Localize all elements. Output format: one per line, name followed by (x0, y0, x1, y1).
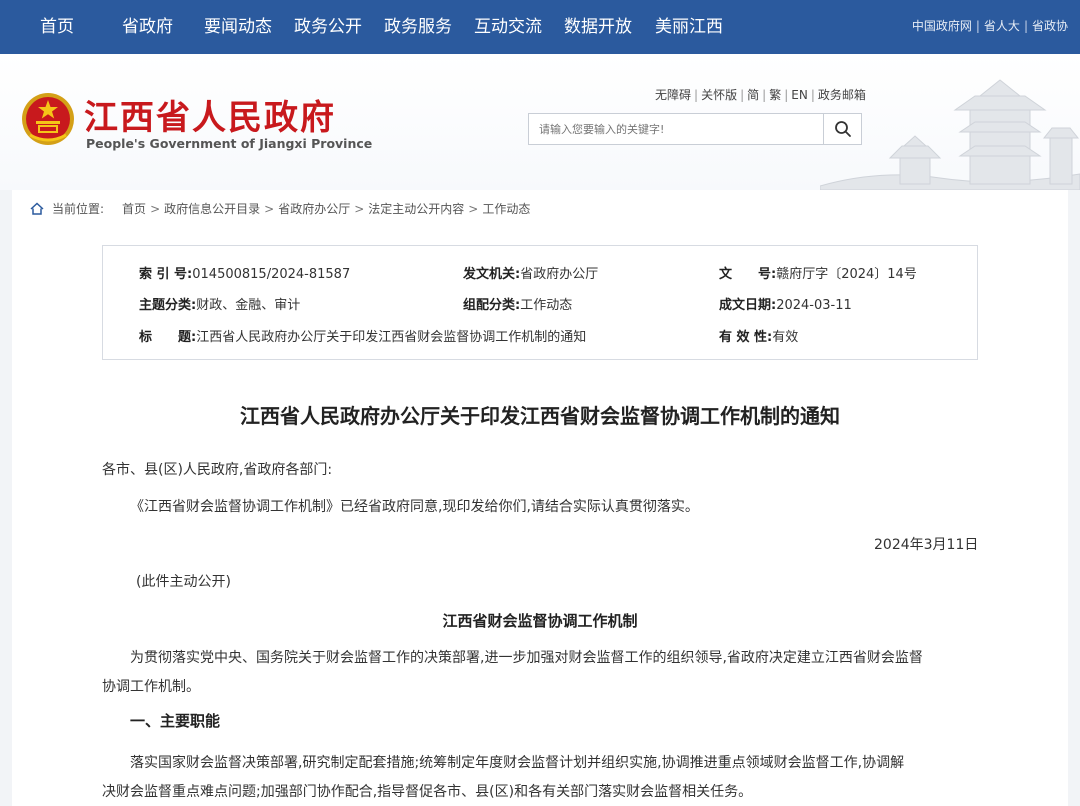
divider: | (694, 88, 699, 102)
divider: | (762, 88, 767, 102)
link-accessibility[interactable]: 无障碍 (655, 88, 691, 102)
nav-item-gov-affairs-open[interactable]: 政务公开 (294, 0, 362, 54)
top-right-links: 中国政府网 | 省人大 | 省政协 (912, 0, 1068, 54)
paragraph-purpose-line2: 协调工作机制。 (102, 679, 200, 695)
meta-issuer-label: 发文机关: (463, 267, 521, 282)
link-english[interactable]: EN (791, 88, 808, 102)
meta-docno-value: 赣府厅字〔2024〕14号 (776, 267, 917, 282)
link-traditional[interactable]: 繁 (769, 88, 781, 102)
link-simplified[interactable]: 简 (747, 88, 759, 102)
nav-item-gov-services[interactable]: 政务服务 (384, 0, 452, 54)
meta-topic-label: 主题分类: (139, 298, 197, 313)
document-date: 2024年3月11日 (874, 537, 979, 553)
meta-issuer-value: 省政府办公厅 (520, 267, 599, 282)
nav-item-home[interactable]: 首页 (40, 0, 74, 54)
breadcrumb-separator: > (354, 201, 365, 216)
nav-item-interaction[interactable]: 互动交流 (474, 0, 542, 54)
meta-topic-category: 主题分类:财政、金融、审计 (139, 294, 300, 313)
meta-date-value: 2024-03-11 (776, 298, 852, 313)
divider: | (810, 88, 815, 102)
breadcrumb-general-office[interactable]: 省政府办公厅 (278, 200, 350, 217)
breadcrumb-work-news[interactable]: 工作动态 (482, 200, 530, 217)
paragraph-functions-line2: 决财会监督重点难点问题;加强部门协作配合,指导督促各市、县(区)和各有关部门落实… (102, 784, 753, 800)
site-title[interactable]: 江西省人民政府 (84, 90, 336, 139)
meta-validity-label: 有 效 性: (719, 330, 773, 345)
main-content: 当前位置: 首页 > 政府信息公开目录 > 省政府办公厅 > 法定主动公开内容 … (12, 190, 1068, 806)
breadcrumb-separator: > (264, 201, 275, 216)
nav-item-news[interactable]: 要闻动态 (204, 0, 272, 54)
document-metadata-table: 索 引 号:014500815/2024-81587 发文机关:省政府办公厅 文… (102, 245, 978, 360)
meta-title: 标 题:江西省人民政府办公厅关于印发江西省财会监督协调工作机制的通知 (139, 326, 586, 345)
link-china-gov[interactable]: 中国政府网 (912, 19, 972, 33)
meta-validity-value: 有效 (772, 330, 799, 345)
meta-index-label: 索 引 号: (139, 267, 193, 282)
national-emblem-icon (22, 93, 74, 145)
divider: | (1023, 19, 1028, 33)
addressee: 各市、县(区)人民政府,省政府各部门: (102, 462, 333, 478)
pavilion-skyline-illustration (820, 79, 1080, 190)
paragraph-purpose-line1: 为贯彻落实党中央、国务院关于财会监督工作的决策部署,进一步加强对财会监督工作的组… (130, 650, 923, 666)
meta-document-number: 文 号:赣府厅字〔2024〕14号 (719, 263, 917, 282)
breadcrumb-separator: > (150, 201, 161, 216)
nav-item-province-gov[interactable]: 省政府 (122, 0, 173, 54)
attachment-title: 江西省财会监督协调工作机制 (442, 612, 638, 630)
link-provincial-congress[interactable]: 省人大 (984, 19, 1020, 33)
meta-written-date: 成文日期:2024-03-11 (719, 294, 852, 313)
meta-title-label: 标 题: (139, 330, 197, 345)
link-provincial-cppcc[interactable]: 省政协 (1032, 19, 1068, 33)
breadcrumb-home[interactable]: 首页 (122, 200, 146, 217)
meta-docno-label: 文 号: (719, 267, 777, 282)
meta-date-label: 成文日期: (719, 298, 777, 313)
section-heading-main-functions: 一、主要职能 (130, 712, 221, 730)
meta-assembly-category: 组配分类:工作动态 (463, 294, 572, 313)
paragraph-intro: 《江西省财会监督协调工作机制》已经省政府同意,现印发给你们,请结合实际认真贯彻落… (130, 499, 699, 515)
meta-topic-value: 财政、金融、审计 (196, 298, 301, 313)
meta-index-number: 索 引 号:014500815/2024-81587 (139, 263, 350, 282)
home-icon (30, 201, 44, 215)
meta-validity: 有 效 性:有效 (719, 326, 798, 345)
breadcrumb-statutory-content[interactable]: 法定主动公开内容 (368, 200, 464, 217)
paragraph-functions-line1: 落实国家财会监督决策部署,研究制定配套措施;统筹制定年度财会监督计划并组织实施,… (130, 755, 905, 771)
divider: | (975, 19, 980, 33)
search-box (528, 113, 862, 145)
site-subtitle: People's Government of Jiangxi Province (86, 136, 373, 151)
public-note: (此件主动公开) (136, 574, 231, 590)
top-nav-bar: 首页 省政府 要闻动态 政务公开 政务服务 互动交流 数据开放 美丽江西 中国政… (0, 0, 1080, 54)
breadcrumb-separator: > (468, 201, 479, 216)
breadcrumb-label: 当前位置: (52, 202, 105, 216)
divider: | (784, 88, 789, 102)
link-care-version[interactable]: 关怀版 (701, 88, 737, 102)
breadcrumb: 当前位置: 首页 > 政府信息公开目录 > 省政府办公厅 > 法定主动公开内容 … (30, 200, 530, 217)
nav-item-open-data[interactable]: 数据开放 (564, 0, 632, 54)
site-header: 江西省人民政府 People's Government of Jiangxi P… (0, 54, 1080, 190)
meta-issuing-authority: 发文机关:省政府办公厅 (463, 263, 598, 282)
divider: | (740, 88, 745, 102)
meta-category-value: 工作动态 (520, 298, 573, 313)
nav-item-beautiful-jiangxi[interactable]: 美丽江西 (655, 0, 723, 54)
breadcrumb-info-catalog[interactable]: 政府信息公开目录 (164, 200, 260, 217)
meta-index-value: 014500815/2024-81587 (192, 267, 351, 282)
meta-title-value: 江西省人民政府办公厅关于印发江西省财会监督协调工作机制的通知 (196, 330, 587, 345)
document-title: 江西省人民政府办公厅关于印发江西省财会监督协调工作机制的通知 (240, 404, 840, 428)
meta-category-label: 组配分类: (463, 298, 521, 313)
search-input[interactable] (529, 114, 824, 144)
